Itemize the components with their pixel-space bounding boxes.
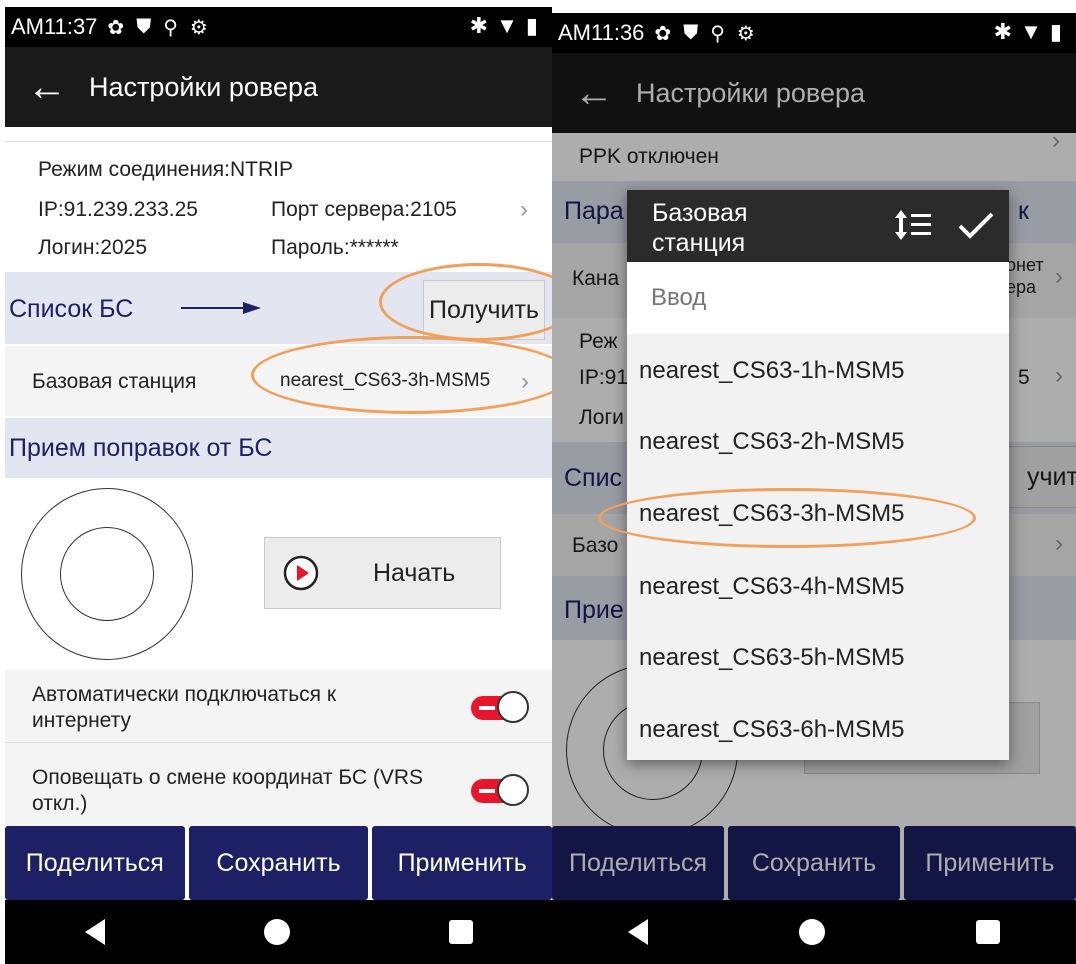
nav-recents-icon[interactable] [976,920,1001,944]
left-screen: AM11:37 ✿ ⛊ ⚲ ⚙ ✱ ▼ ▮ ← Настройки ровера… [5,0,552,964]
connection-port: Порт сервера:2105 [271,198,457,221]
sort-list-icon[interactable] [895,210,933,242]
system-nav-bar [552,900,1076,964]
receive-header-row: Прием поправок от БС [5,418,552,478]
settings-icon: ⚙ [736,22,755,45]
nav-home-icon[interactable] [263,919,290,945]
toggle-label-auto-connect: Автоматически подключаться к интернету [32,683,337,732]
connection-info-row[interactable]: Режим соединения:NTRIP IP:91.239.233.25 … [5,142,552,272]
back-arrow-icon[interactable]: ← [5,65,89,110]
connection-password: Пароль:****** [271,236,399,259]
battery-icon: ▮ [1049,19,1062,44]
signal-icon: ▼ [496,13,518,38]
nav-recents-icon[interactable] [448,920,473,944]
toggle-label-notify: Оповещать о смене координат БС (VRS откл… [32,766,424,815]
settings-icon: ⚙ [189,16,208,39]
save-button[interactable]: Сохранить [188,826,369,900]
dialog-list-item[interactable]: nearest_CS63-5h-MSM5 [639,644,904,672]
nav-back-icon[interactable] [627,919,648,945]
dialog-header: Базовая станция [627,190,1009,262]
chevron-right-icon: › [520,196,528,223]
dialog-list-item[interactable]: nearest_CS63-4h-MSM5 [639,573,904,601]
bs-list-label: Список БС [9,295,134,323]
app-bar: ← Настройки ровера [5,47,552,127]
bottom-action-bar: Поделиться Сохранить Применить [5,826,552,900]
start-button[interactable]: Начать [264,537,501,609]
usb-icon: ⚲ [163,16,178,39]
status-time: AM11:37 [11,14,98,39]
signal-icon: ▼ [1020,19,1042,44]
apply-button[interactable]: Применить [372,826,552,900]
bluetooth-icon: ✱ [993,19,1013,44]
nav-home-icon[interactable] [798,919,825,945]
system-nav-bar [5,900,552,964]
base-station-dialog: Базовая станция Ввод nearest_CS63-1h-MSM… [627,190,1009,760]
toggle-notify[interactable] [471,771,529,809]
gear-flower-icon: ✿ [654,22,672,45]
base-station-label: Базовая станция [32,370,197,393]
signal-circle-inner [60,527,154,621]
status-bar: AM11:36 ✿ ⛊ ⚲ ⚙ ✱ ▼ ▮ [552,13,1076,53]
status-right-icons: ✱ ▼ ▮ [470,13,538,39]
dialog-title: Базовая станция [652,199,748,257]
shield-icon: ⛊ [683,21,699,44]
receive-panel: Начать [5,478,552,670]
scrolled-row-remnant [5,127,552,142]
toggle-row-auto-connect: Автоматически подключаться к интернету [5,670,552,743]
shield-icon: ⛊ [136,15,152,38]
play-icon [283,555,319,591]
toggle-row-notify: Оповещать о смене координат БС (VRS откл… [5,743,552,826]
dialog-list-item[interactable]: nearest_CS63-6h-MSM5 [639,716,904,744]
start-button-label: Начать [373,558,456,587]
check-icon[interactable] [957,210,995,242]
gear-flower-icon: ✿ [107,16,125,39]
toggle-auto-connect[interactable] [471,688,529,726]
receive-header: Прием поправок от БС [9,434,273,462]
dialog-search-input[interactable]: Ввод [627,262,1009,334]
share-button[interactable]: Поделиться [5,826,185,900]
bluetooth-icon: ✱ [469,13,489,38]
connection-login: Логин:2025 [38,236,147,259]
status-right-icons: ✱ ▼ ▮ [994,19,1062,45]
page-title: Настройки ровера [89,71,319,102]
dialog-list-item[interactable]: nearest_CS63-1h-MSM5 [639,357,904,385]
arrow-right-icon [181,302,261,314]
dialog-list-item[interactable]: nearest_CS63-2h-MSM5 [639,428,904,456]
connection-ip: IP:91.239.233.25 [38,198,198,221]
battery-icon: ▮ [525,13,538,38]
right-screen: AM11:36 ✿ ⛊ ⚲ ⚙ ✱ ▼ ▮ ← Настройки ровера… [552,0,1076,964]
usb-icon: ⚲ [710,22,725,45]
connection-mode: Режим соединения:NTRIP [38,158,294,181]
highlight-oval-selected-item [598,488,976,548]
status-time: AM11:36 [558,20,645,45]
nav-back-icon[interactable] [84,919,105,945]
highlight-oval-base-station [251,336,552,414]
status-bar: AM11:37 ✿ ⛊ ⚲ ⚙ ✱ ▼ ▮ [5,7,552,47]
